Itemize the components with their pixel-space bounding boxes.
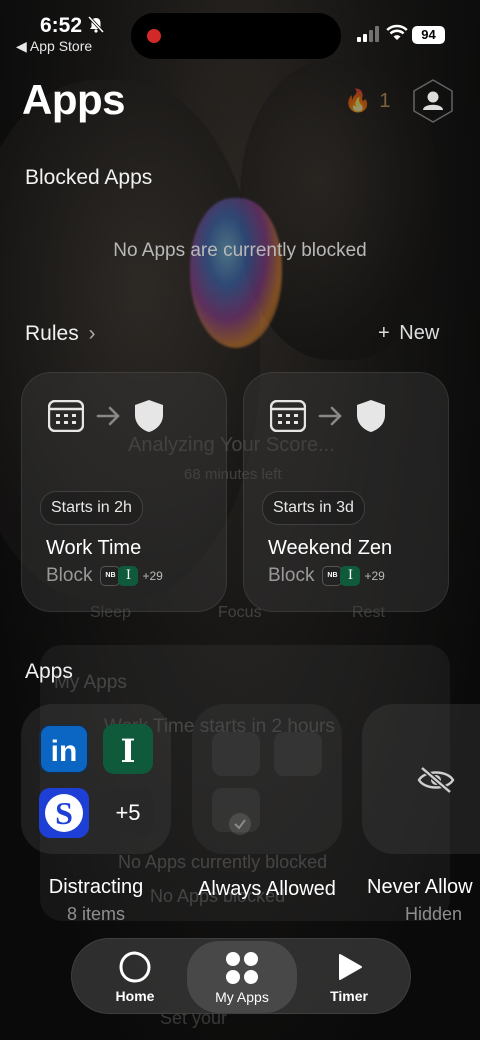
- tab-my-apps[interactable]: My Apps: [187, 941, 297, 1013]
- rule-block-label: Block: [46, 565, 93, 586]
- svg-text:S: S: [55, 795, 73, 831]
- arrow-right-icon: [96, 406, 120, 426]
- wifi-icon: [386, 24, 408, 40]
- linkedin-app-icon: in: [39, 724, 89, 774]
- rule-start-badge: Starts in 2h: [40, 491, 143, 525]
- status-bar: 6:52 ◀ App Store 94: [0, 0, 480, 64]
- streak-count: 1: [379, 89, 391, 112]
- play-icon: [339, 954, 362, 980]
- background-orb: [190, 198, 282, 348]
- back-triangle-icon: ◀: [16, 38, 27, 54]
- eye-slash-icon: [417, 766, 455, 794]
- cellular-signal-icon: [357, 26, 379, 42]
- apps-section-title: Apps: [25, 660, 73, 683]
- never-allow-label: Never Allow: [367, 876, 473, 898]
- home-circle-icon: [119, 951, 151, 983]
- tab-my-apps-label: My Apps: [215, 989, 269, 1005]
- page-title: Apps: [22, 76, 126, 123]
- shield-icon: [357, 400, 385, 432]
- rule-more-count: +29: [142, 569, 163, 583]
- chevron-right-icon: ›: [88, 322, 96, 345]
- tab-timer-label: Timer: [330, 988, 368, 1004]
- blocked-apps-title: Blocked Apps: [25, 166, 153, 189]
- svg-text:I: I: [121, 732, 136, 770]
- grid-icon: [226, 952, 258, 984]
- never-allow-card[interactable]: [362, 704, 480, 854]
- tab-timer[interactable]: Timer: [294, 939, 404, 1015]
- blocked-apps-empty-text: No Apps are currently blocked: [113, 240, 367, 261]
- person-icon: [423, 91, 443, 110]
- rule-block-label: Block: [268, 565, 315, 586]
- rule-name: Weekend Zen: [268, 537, 393, 559]
- tab-bar: Home My Apps Timer: [71, 938, 411, 1014]
- more-apps-count: +5: [103, 788, 153, 838]
- rule-icons: [48, 399, 164, 433]
- nbc-app-icon: NB: [100, 566, 121, 586]
- distracting-count: 8 items: [66, 904, 126, 924]
- rules-header-link[interactable]: Rules ›: [25, 322, 96, 346]
- back-to-app-store-link[interactable]: ◀ App Store: [16, 38, 92, 55]
- battery-indicator: 94: [412, 26, 445, 44]
- empty-slot: [212, 732, 260, 776]
- calendar-icon: [48, 400, 84, 432]
- recording-dot-icon: [147, 29, 161, 43]
- new-rule-button[interactable]: + New: [378, 322, 439, 345]
- wiz-app-icon: I: [103, 724, 153, 774]
- bell-muted-icon: [88, 16, 104, 34]
- ghost-no-apps-text: No Apps currently blocked: [118, 852, 328, 872]
- new-rule-label: New: [399, 322, 440, 344]
- tab-home[interactable]: Home: [80, 939, 190, 1015]
- rule-name: Work Time: [46, 537, 142, 559]
- dynamic-island: [131, 13, 341, 59]
- rule-start-badge: Starts in 3d: [262, 491, 365, 525]
- arrow-right-icon: [318, 406, 342, 426]
- rule-card-work-time[interactable]: Starts in 2h Work Time Block NB I +29: [21, 372, 227, 612]
- svg-text:in: in: [51, 735, 78, 768]
- back-label: App Store: [29, 38, 93, 54]
- checkmark-icon: [229, 813, 251, 835]
- shield-icon: [135, 400, 163, 432]
- profile-button[interactable]: [410, 78, 456, 124]
- always-allowed-label: Always Allowed: [198, 878, 336, 900]
- rule-block-row: Block NB I +29: [268, 565, 385, 587]
- always-allowed-card[interactable]: [192, 704, 342, 854]
- s-app-icon: S: [39, 788, 89, 838]
- rules-title: Rules: [25, 322, 79, 345]
- wiz-app-icon: I: [118, 566, 139, 586]
- status-time: 6:52: [40, 14, 83, 37]
- distracting-label: Distracting: [48, 876, 144, 898]
- streak-counter[interactable]: 🔥 1: [344, 88, 391, 114]
- distracting-apps-card[interactable]: in I S +5: [21, 704, 171, 854]
- calendar-icon: [270, 400, 306, 432]
- flame-icon: 🔥: [344, 88, 372, 113]
- never-allow-sub: Hidden: [405, 904, 463, 924]
- rule-more-count: +29: [364, 569, 385, 583]
- rule-block-row: Block NB I +29: [46, 565, 163, 587]
- tab-home-label: Home: [115, 988, 155, 1004]
- nbc-app-icon: NB: [322, 566, 343, 586]
- plus-icon: +: [378, 322, 390, 344]
- rule-icons: [270, 399, 386, 433]
- empty-slot: [274, 732, 322, 776]
- rule-card-weekend-zen[interactable]: Starts in 3d Weekend Zen Block NB I +29: [243, 372, 449, 612]
- wiz-app-icon: I: [340, 566, 361, 586]
